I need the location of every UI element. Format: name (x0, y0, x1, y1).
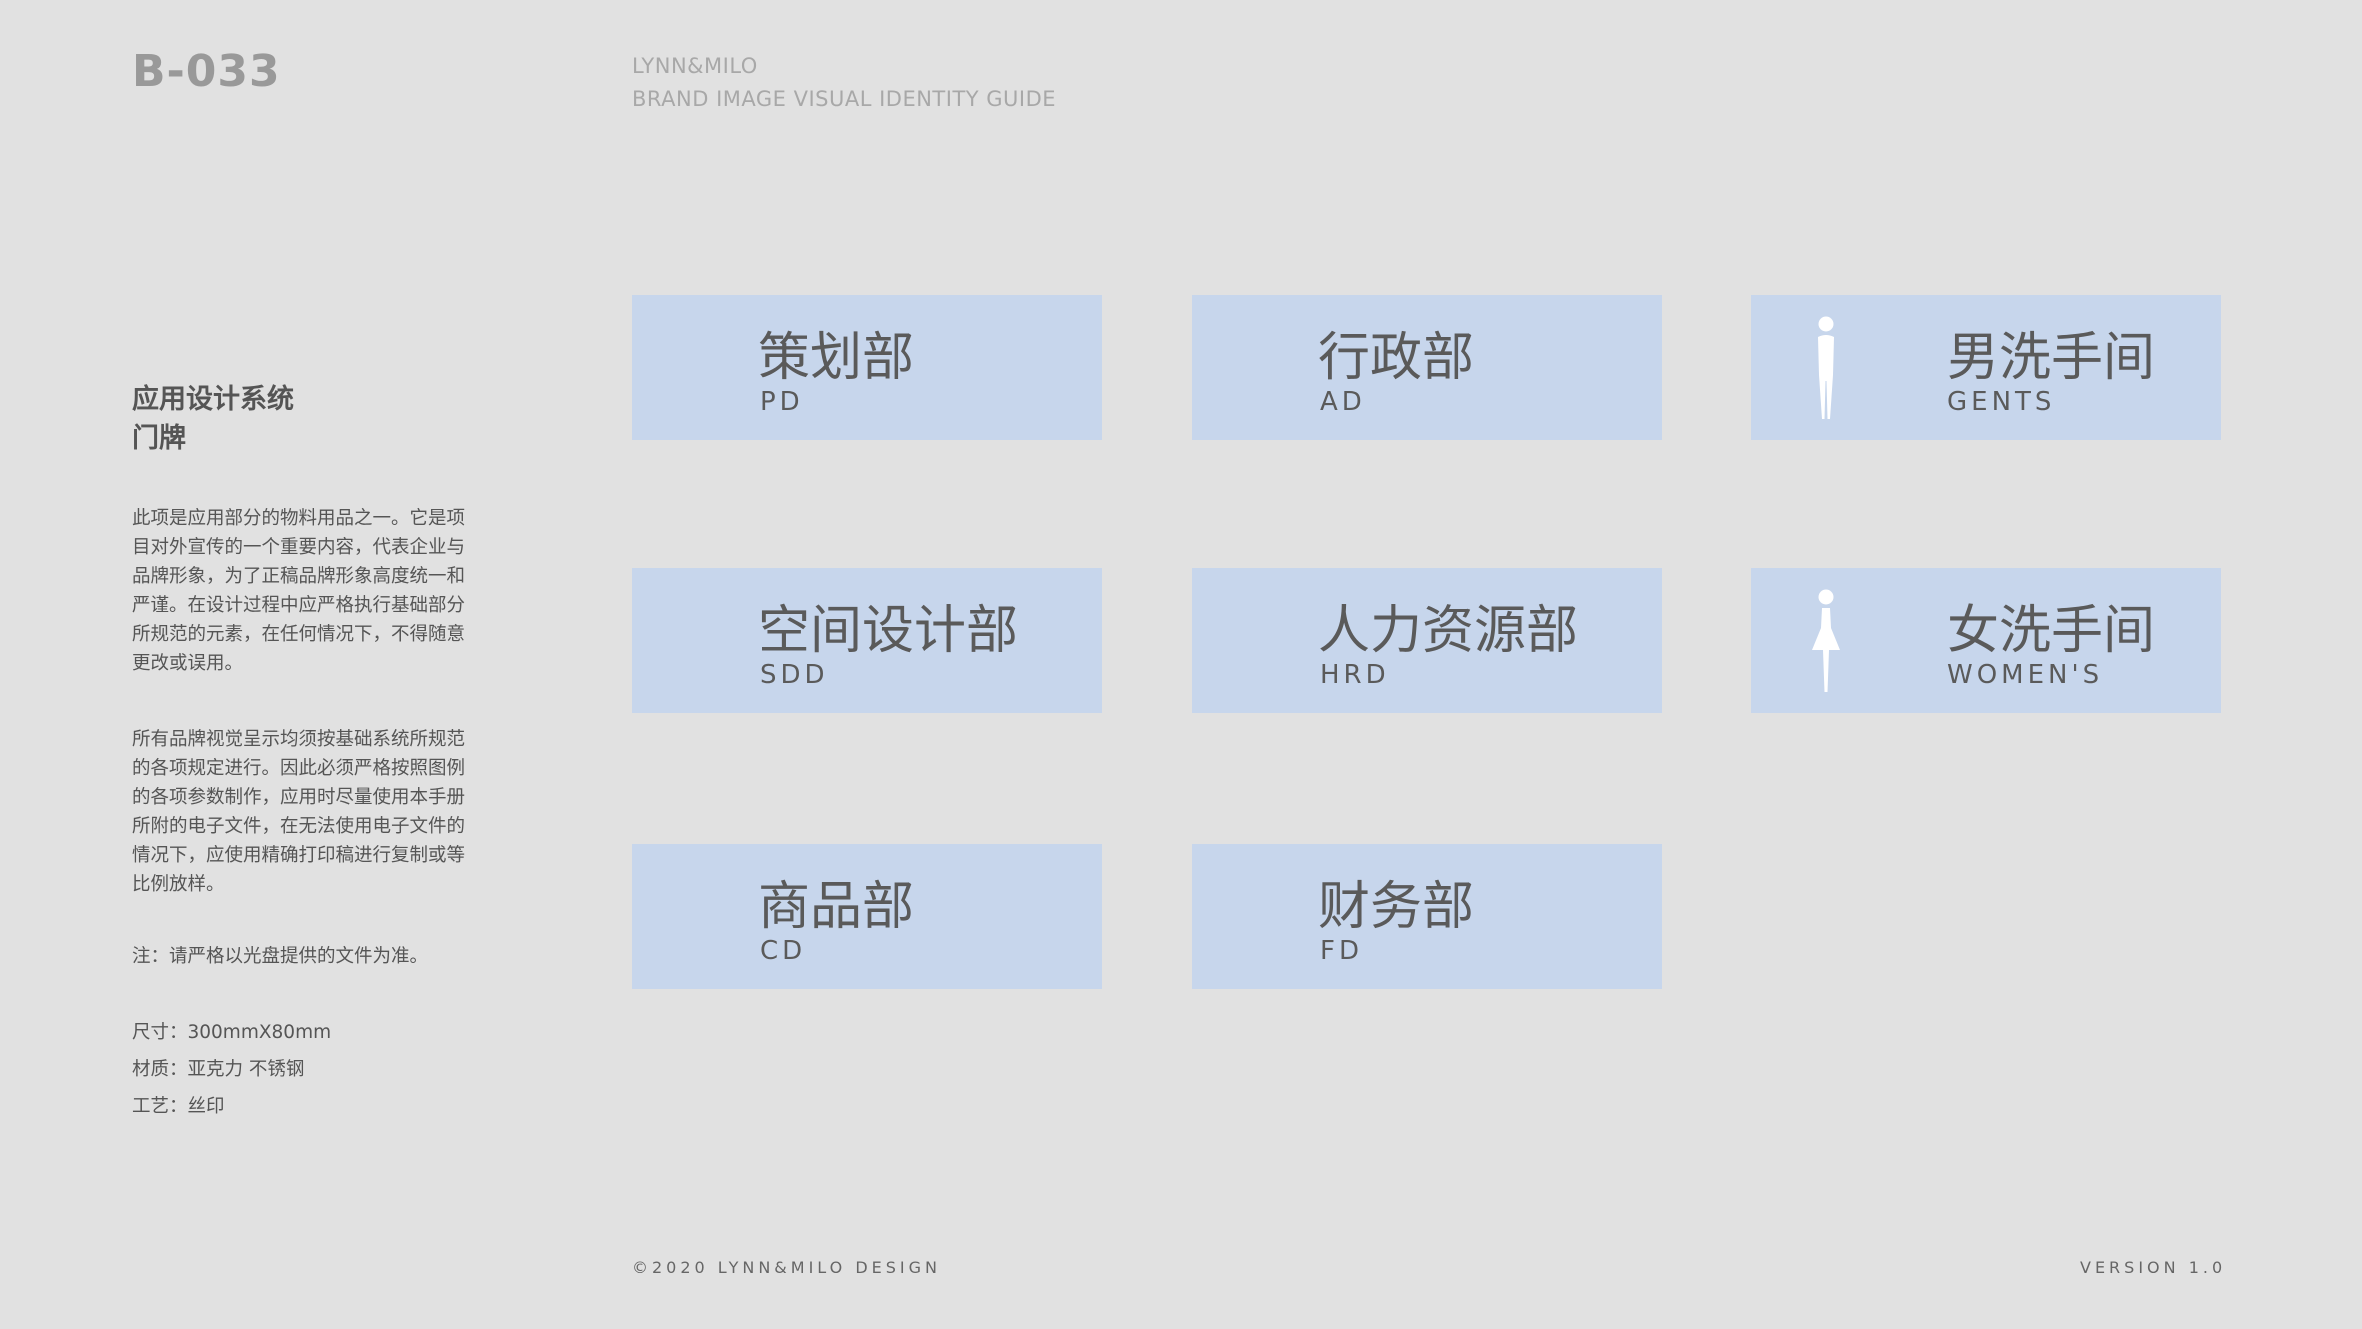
footer-copyright: ©2020 LYNN&MILO DESIGN (632, 1258, 941, 1277)
sign-admin: 行政部 AD (1192, 295, 1662, 440)
sign-cn-label: 人力资源部 (1318, 601, 1579, 661)
sign-planning: 策划部 PD (632, 295, 1102, 440)
note-text: 注：请严格以光盘提供的文件为准。 (132, 946, 429, 967)
sign-en-label: HRD (1320, 660, 1390, 690)
sign-womens: 女洗手间 WOMEN'S (1751, 568, 2221, 713)
man-icon (1818, 316, 1834, 419)
sign-cn-label: 策划部 (758, 328, 915, 388)
sign-cn-label: 男洗手间 (1947, 328, 2156, 388)
section-title-line1: 应用设计系统 (132, 384, 294, 415)
sign-en-label: GENTS (1947, 387, 2056, 417)
sign-cn-label: 财务部 (1318, 877, 1475, 937)
sign-en-label: WOMEN'S (1947, 660, 2104, 690)
spec-list: 尺寸：300mmX80mm 材质：亚克力 不锈钢 工艺：丝印 (132, 1014, 331, 1125)
spec-process: 工艺：丝印 (132, 1096, 225, 1117)
page-code: B-033 (132, 46, 281, 97)
sign-gents: 男洗手间 GENTS (1751, 295, 2221, 440)
sign-en-label: AD (1320, 387, 1366, 417)
spec-material: 材质：亚克力 不锈钢 (132, 1059, 305, 1080)
sign-space-design: 空间设计部 SDD (632, 568, 1102, 713)
section-title-line2: 门牌 (132, 423, 186, 454)
footer-version: VERSION 1.0 (2080, 1258, 2227, 1277)
sign-hr: 人力资源部 HRD (1192, 568, 1662, 713)
sign-en-label: CD (760, 936, 807, 966)
sidebar: 应用设计系统 门牌 此项是应用部分的物料用品之一。它是项目对外宣传的一个重要内容… (132, 380, 472, 1117)
spec-size: 尺寸：300mmX80mm (132, 1022, 332, 1043)
sign-en-label: PD (760, 387, 804, 417)
woman-icon (1812, 589, 1840, 692)
brand-name: LYNN&MILO (632, 54, 758, 78)
guide-title: BRAND IMAGE VISUAL IDENTITY GUIDE (632, 87, 1057, 111)
description-paragraph-2: 所有品牌视觉呈示均须按基础系统所规范的各项规定进行。因此必须严格按照图例的各项参… (132, 729, 466, 895)
sign-en-label: SDD (760, 660, 829, 690)
sign-merchandise: 商品部 CD (632, 844, 1102, 989)
sign-finance: 财务部 FD (1192, 844, 1662, 989)
description-paragraph-1: 此项是应用部分的物料用品之一。它是项目对外宣传的一个重要内容，代表企业与品牌形象… (132, 508, 466, 674)
sign-en-label: FD (1320, 936, 1363, 966)
brand-header: LYNN&MILO BRAND IMAGE VISUAL IDENTITY GU… (632, 50, 1056, 116)
sign-cn-label: 行政部 (1318, 328, 1475, 388)
sign-cn-label: 女洗手间 (1947, 601, 2156, 661)
sign-cn-label: 商品部 (758, 877, 915, 937)
sign-cn-label: 空间设计部 (758, 601, 1019, 661)
